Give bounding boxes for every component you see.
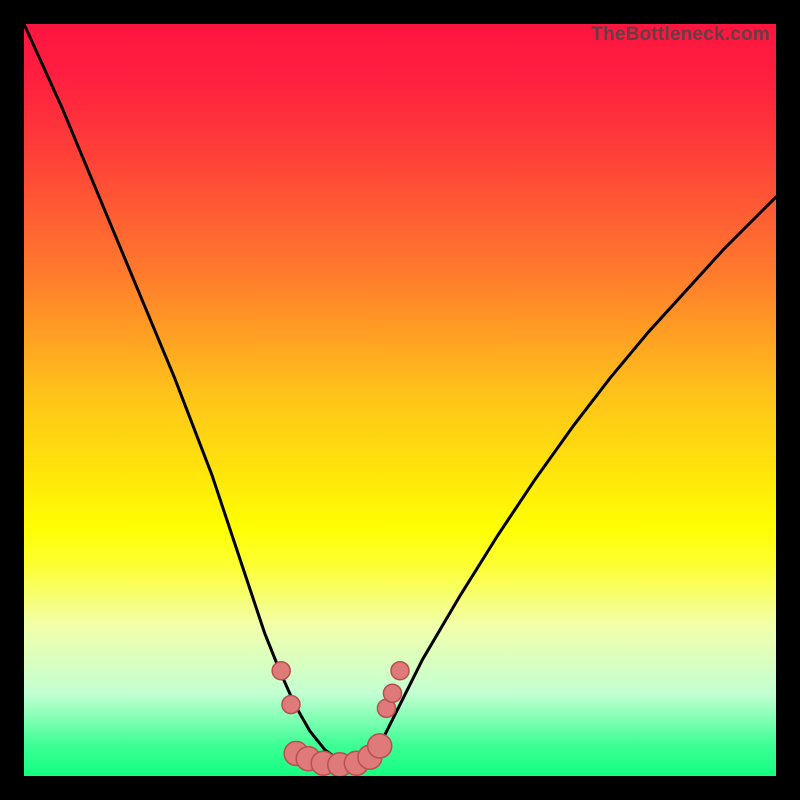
chart-svg [24, 24, 776, 776]
marker-layer [272, 662, 409, 776]
data-marker [272, 662, 290, 680]
data-marker [383, 684, 401, 702]
data-marker [368, 734, 392, 758]
curve-layer [24, 24, 776, 765]
curve-left_curve [24, 24, 355, 765]
data-marker [391, 662, 409, 680]
curve-right_curve [355, 197, 776, 765]
chart-frame: TheBottleneck.com [24, 24, 776, 776]
data-marker [282, 696, 300, 714]
